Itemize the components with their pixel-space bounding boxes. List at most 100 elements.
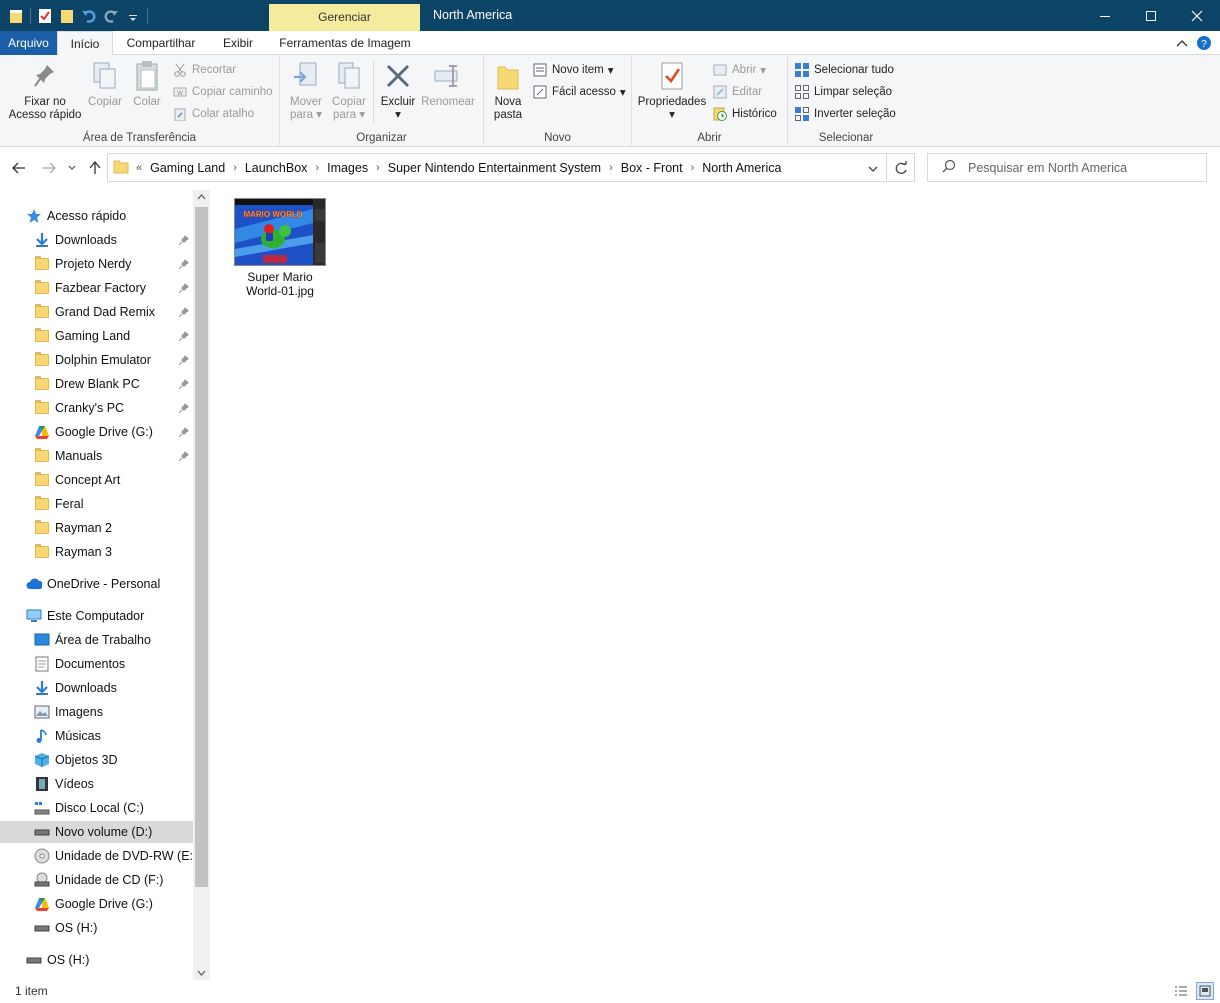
breadcrumb-gaming-land[interactable]: Gaming Land xyxy=(145,161,230,175)
copy-path-button[interactable]: W Copiar caminho xyxy=(172,82,273,102)
nav-pc-item[interactable]: Área de Trabalho xyxy=(0,629,193,651)
undo-icon[interactable] xyxy=(81,8,97,24)
nav-quick-item[interactable]: Feral xyxy=(0,493,193,515)
breadcrumb-chevron-icon[interactable]: › xyxy=(230,162,240,174)
new-item-button[interactable]: Novo item ▾ xyxy=(532,60,614,80)
file-list-pane[interactable] xyxy=(213,190,1220,980)
nav-pc-item[interactable]: OS (H:) xyxy=(0,917,193,939)
refresh-button[interactable] xyxy=(887,153,915,182)
file-item[interactable]: MARIO WORLD Super Mario World-01.jpg xyxy=(228,196,332,306)
redo-icon[interactable] xyxy=(103,8,119,24)
edit-button[interactable]: Editar xyxy=(712,82,762,102)
address-bar[interactable]: « Gaming Land › LaunchBox › Images › Super … xyxy=(107,153,887,182)
nav-quick-item[interactable]: Drew Blank PC xyxy=(0,373,193,395)
customize-qat-icon[interactable] xyxy=(125,8,141,24)
history-button[interactable]: Histórico xyxy=(712,104,777,124)
paste-button[interactable]: Colar xyxy=(128,59,166,109)
new-folder-button[interactable]: Nova pasta xyxy=(488,59,528,122)
nav-pc-item[interactable]: Unidade de CD (F:) xyxy=(0,869,193,891)
open-button[interactable]: Abrir ▾ xyxy=(712,60,766,80)
cut-button[interactable]: Recortar xyxy=(172,60,236,80)
nav-quick-item[interactable]: Projeto Nerdy xyxy=(0,253,193,275)
nav-pc-item[interactable]: Objetos 3D xyxy=(0,749,193,771)
nav-this-pc[interactable]: Este Computador xyxy=(0,605,193,627)
search-input[interactable]: Pesquisar em North America xyxy=(968,161,1127,175)
tab-ferramentas-de-imagem[interactable]: Ferramentas de Imagem xyxy=(271,31,419,55)
breadcrumb-chevron-icon[interactable]: › xyxy=(312,162,322,174)
breadcrumb-chevron-icon[interactable]: › xyxy=(606,162,616,174)
nav-quick-item[interactable]: Cranky's PC xyxy=(0,397,193,419)
tab-arquivo[interactable]: Arquivo xyxy=(0,31,57,55)
tab-exibir[interactable]: Exibir xyxy=(210,31,266,55)
recent-locations-button[interactable] xyxy=(62,157,82,179)
nav-quick-item[interactable]: Downloads xyxy=(0,229,193,251)
nav-quick-item[interactable]: Rayman 3 xyxy=(0,541,193,563)
group-clipboard: Fixar no Acesso rápido Copiar Colar Reco… xyxy=(0,55,280,147)
breadcrumb-overflow[interactable]: « xyxy=(133,162,145,174)
ribbon-help-button[interactable]: ? xyxy=(1184,35,1212,51)
maximize-button[interactable] xyxy=(1128,0,1174,31)
back-button[interactable] xyxy=(8,157,30,179)
forward-button[interactable] xyxy=(38,157,60,179)
search-box[interactable]: Pesquisar em North America xyxy=(927,153,1207,182)
breadcrumb-north-america[interactable]: North America xyxy=(697,161,786,175)
paste-shortcut-button[interactable]: Colar atalho xyxy=(172,104,254,124)
address-history-dropdown[interactable] xyxy=(868,163,878,177)
copy-to-label-2: para ▾ xyxy=(333,109,365,121)
nav-pc-item[interactable]: Google Drive (G:) xyxy=(0,893,193,915)
up-button[interactable] xyxy=(84,157,106,179)
invert-selection-button[interactable]: Inverter seleção xyxy=(794,104,896,124)
nav-onedrive[interactable]: OneDrive - Personal xyxy=(0,573,193,595)
select-all-button[interactable]: Selecionar tudo xyxy=(794,60,894,80)
nav-pc-item[interactable]: Disco Local (C:) xyxy=(0,797,193,819)
nav-pc-item-label: Área de Trabalho xyxy=(55,633,151,647)
select-none-button[interactable]: Limpar seleção xyxy=(794,82,892,102)
properties-button[interactable]: Propriedades ▾ xyxy=(636,59,708,122)
rename-button[interactable]: Renomear xyxy=(420,59,476,109)
new-item-label: Novo item xyxy=(552,64,604,76)
nav-quick-item[interactable]: Google Drive (G:) xyxy=(0,421,193,443)
close-button[interactable] xyxy=(1174,0,1220,31)
nav-drive-h[interactable]: OS (H:) xyxy=(0,949,193,971)
nav-pc-item[interactable]: Downloads xyxy=(0,677,193,699)
properties-qat-icon[interactable] xyxy=(37,8,53,24)
breadcrumb-launchbox[interactable]: LaunchBox xyxy=(240,161,313,175)
delete-button[interactable]: Excluir ▾ xyxy=(377,59,419,122)
nav-pc-item[interactable]: Unidade de DVD-RW (E:) S xyxy=(0,845,193,867)
nav-quick-item[interactable]: Manuals xyxy=(0,445,193,467)
nav-quick-item[interactable]: Fazbear Factory xyxy=(0,277,193,299)
nav-quick-item[interactable]: Dolphin Emulator xyxy=(0,349,193,371)
nav-quick-item[interactable]: Rayman 2 xyxy=(0,517,193,539)
breadcrumb-chevron-icon[interactable]: › xyxy=(688,162,698,174)
pin-to-quick-access-button[interactable]: Fixar no Acesso rápido xyxy=(6,59,84,122)
nav-quick-access[interactable]: Acesso rápido xyxy=(0,205,193,227)
copy-button[interactable]: Copiar xyxy=(86,59,124,109)
minimize-button[interactable] xyxy=(1082,0,1128,31)
breadcrumb-images[interactable]: Images xyxy=(322,161,373,175)
move-to-button[interactable]: Mover para ▾ xyxy=(286,59,326,122)
nav-quick-item[interactable]: Concept Art xyxy=(0,469,193,491)
breadcrumb-chevron-icon[interactable]: › xyxy=(373,162,383,174)
breadcrumb-box-front[interactable]: Box - Front xyxy=(616,161,688,175)
nav-pc-item[interactable]: Vídeos xyxy=(0,773,193,795)
nav-quick-item[interactable]: Grand Dad Remix xyxy=(0,301,193,323)
nav-drive-h-label: OS (H:) xyxy=(47,953,90,967)
collapse-ribbon-icon[interactable] xyxy=(1176,38,1188,48)
copy-to-button[interactable]: Copiar para ▾ xyxy=(329,59,369,122)
nav-pc-item[interactable]: Músicas xyxy=(0,725,193,747)
refresh-icon xyxy=(895,160,907,174)
context-tab-gerenciar[interactable]: Gerenciar xyxy=(269,4,420,31)
new-folder-qat-icon[interactable] xyxy=(59,8,75,24)
nav-pc-item[interactable]: Documentos xyxy=(0,653,193,675)
tab-inicio[interactable]: Início xyxy=(57,31,113,56)
nav-scrollbar-thumb[interactable] xyxy=(195,207,208,887)
nav-pc-item-selected[interactable]: Novo volume (D:) xyxy=(0,821,193,843)
nav-quick-item[interactable]: Gaming Land xyxy=(0,325,193,347)
details-view-button[interactable] xyxy=(1172,982,1190,1000)
nav-pc-item[interactable]: Imagens xyxy=(0,701,193,723)
easy-access-button[interactable]: Fácil acesso ▾ xyxy=(532,82,626,102)
tab-compartilhar[interactable]: Compartilhar xyxy=(117,31,205,55)
breadcrumb-snes[interactable]: Super Nintendo Entertainment System xyxy=(383,161,606,175)
invert-selection-label: Inverter seleção xyxy=(814,108,896,120)
large-icons-view-button[interactable] xyxy=(1196,982,1214,1000)
